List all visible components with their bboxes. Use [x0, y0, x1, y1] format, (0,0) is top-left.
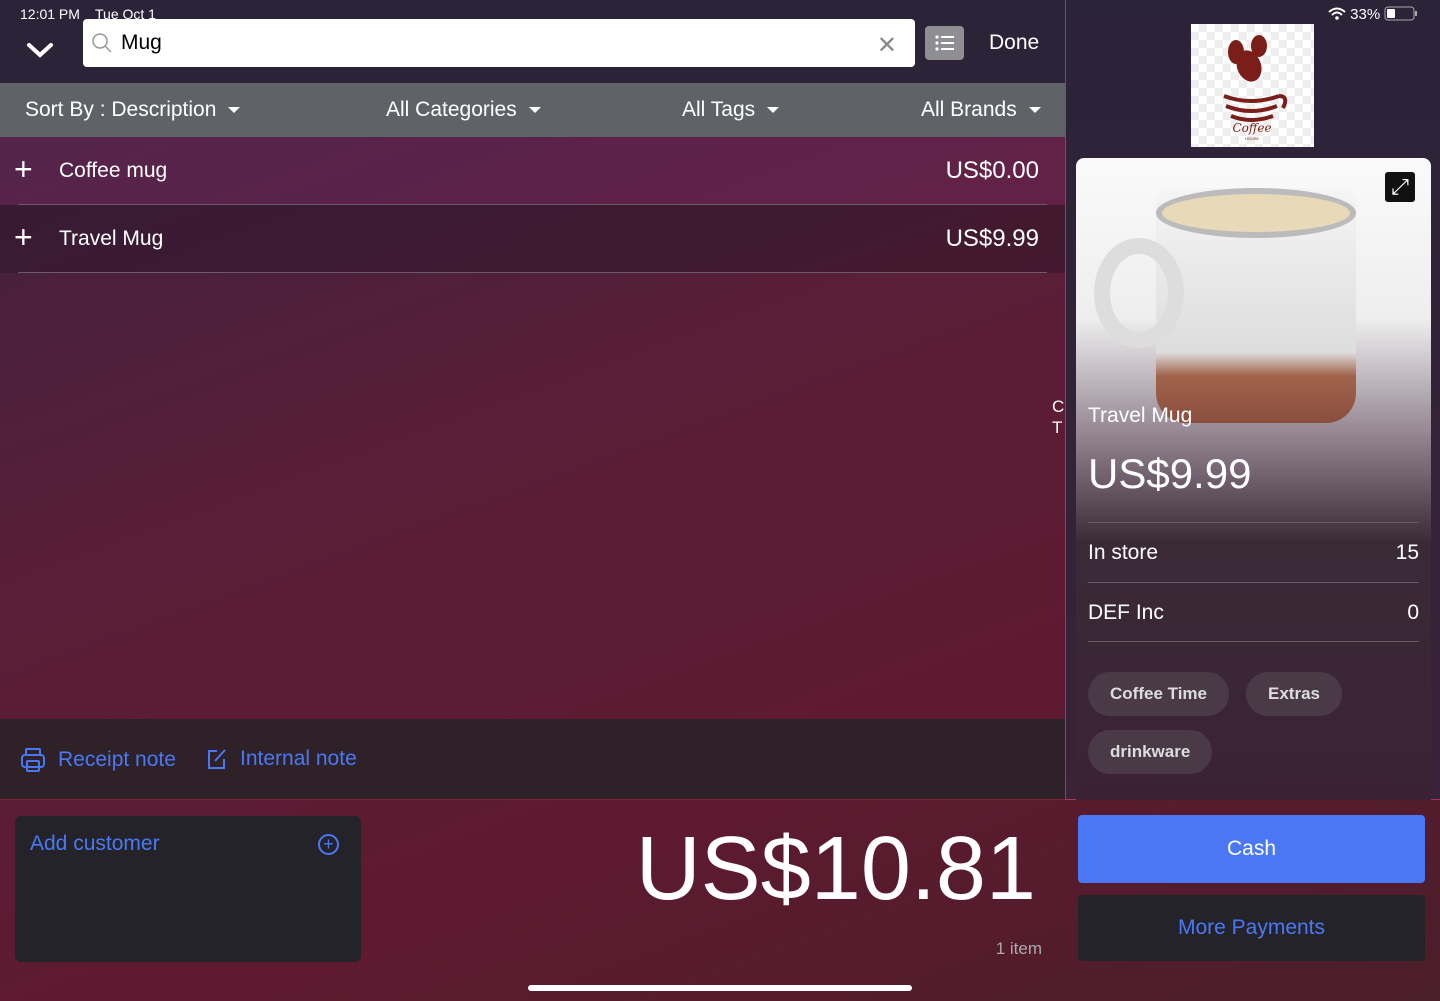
list-view-button[interactable] [925, 26, 964, 60]
item-price: US$0.00 [945, 157, 1039, 184]
battery-status: 33% [1328, 6, 1418, 23]
product-image [1156, 188, 1356, 423]
receipt-note-label: Receipt note [58, 748, 176, 771]
status-time: 12:01 PM [20, 6, 80, 22]
cash-button[interactable]: Cash [1078, 815, 1425, 883]
add-circle-icon[interactable]: + [318, 834, 339, 855]
tags-label: All Tags [682, 98, 756, 121]
clear-icon[interactable]: ✕ [877, 31, 897, 60]
divider [18, 272, 1047, 273]
list-item[interactable]: + Coffee mug US$0.00 [0, 137, 1065, 205]
notes-bar: Receipt note Internal note [0, 719, 1065, 800]
stock-qty: 15 [1395, 541, 1419, 564]
cart-total: US$10.81 [635, 819, 1036, 919]
product-image-handle [1094, 238, 1184, 348]
item-name: Travel Mug [59, 227, 164, 250]
stock-row: In store 15 [1088, 522, 1419, 582]
product-name: Travel Mug [1088, 404, 1193, 427]
tags-dropdown[interactable]: All Tags [682, 98, 780, 122]
item-name: Coffee mug [59, 159, 168, 182]
stock-location: DEF Inc [1088, 601, 1164, 624]
internal-note-label: Internal note [240, 747, 357, 770]
caret-down-icon [228, 107, 241, 114]
product-detail-panel: CT Coffee HOUSE ⤢ Travel Mug US$9.99 In s… [1052, 0, 1440, 800]
plus-icon[interactable]: + [14, 153, 33, 185]
tag-chip[interactable]: drinkware [1088, 730, 1213, 774]
search-icon [92, 33, 112, 53]
caret-down-icon [767, 107, 780, 114]
product-price: US$9.99 [1088, 450, 1252, 497]
list-icon [935, 35, 954, 51]
categories-dropdown[interactable]: All Categories [386, 98, 541, 122]
top-bar: 12:01 PM Tue Oct 1 ✕ Done [0, 0, 1065, 83]
brands-dropdown[interactable]: All Brands [921, 98, 1041, 122]
printer-icon [21, 748, 45, 772]
brands-label: All Brands [921, 98, 1017, 121]
wifi-icon [1328, 7, 1346, 20]
more-payments-button[interactable]: More Payments [1078, 895, 1425, 961]
tag-chip[interactable]: Extras [1246, 672, 1342, 716]
chevron-down-icon[interactable] [26, 40, 54, 60]
expand-icon[interactable]: ⤢ [1385, 172, 1415, 202]
caret-down-icon [1028, 107, 1041, 114]
tag-chip[interactable]: Coffee Time [1088, 672, 1229, 716]
battery-percent: 33% [1350, 6, 1381, 23]
filter-bar: Sort By : Description All Categories All… [0, 83, 1065, 137]
list-item[interactable]: + Travel Mug US$9.99 [0, 205, 1065, 273]
stock-location: In store [1088, 541, 1159, 564]
plus-icon[interactable]: + [14, 221, 33, 253]
item-count: 1 item [995, 939, 1042, 958]
store-logo: Coffee HOUSE [1191, 24, 1314, 147]
add-customer-label: Add customer [30, 832, 160, 855]
search-field: ✕ [83, 19, 915, 67]
battery-icon [1384, 6, 1418, 21]
stock-row: DEF Inc 0 [1088, 582, 1419, 642]
home-indicator[interactable] [528, 985, 912, 991]
receipt-note-button[interactable]: Receipt note [20, 747, 176, 773]
sort-dropdown[interactable]: Sort By : Description [25, 98, 241, 122]
item-price: US$9.99 [945, 225, 1039, 252]
done-button[interactable]: Done [989, 31, 1039, 55]
add-customer-card[interactable]: Add customer + [15, 816, 361, 962]
product-card: ⤢ Travel Mug US$9.99 In store 15 DEF Inc… [1076, 158, 1431, 800]
truncated-text: CT [1052, 397, 1065, 437]
internal-note-button[interactable]: Internal note [206, 747, 357, 771]
stock-qty: 0 [1407, 601, 1419, 624]
caret-down-icon [528, 107, 541, 114]
svg-text:HOUSE: HOUSE [1245, 136, 1260, 141]
categories-label: All Categories [386, 98, 517, 121]
svg-text:Coffee: Coffee [1232, 121, 1271, 135]
sort-label: Sort By : Description [25, 98, 217, 121]
edit-icon [208, 749, 226, 769]
search-input[interactable] [121, 27, 861, 59]
